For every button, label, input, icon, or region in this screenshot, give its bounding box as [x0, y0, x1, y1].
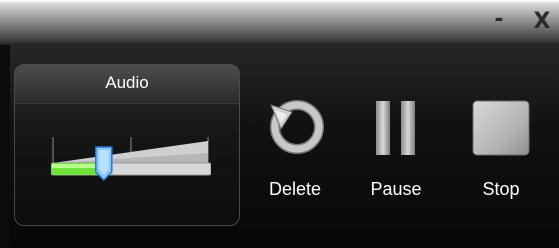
- pause-button[interactable]: Pause: [356, 95, 436, 220]
- close-button[interactable]: X: [528, 8, 556, 38]
- minimize-button[interactable]: -: [488, 8, 510, 38]
- delete-label: Delete: [268, 179, 322, 199]
- left-edge: [0, 45, 10, 248]
- audio-title: Audio: [105, 73, 149, 92]
- audio-header: Audio: [15, 65, 239, 104]
- pause-icon: [376, 101, 415, 155]
- media-control-window: - X Audio Delete Pause Stop: [0, 0, 559, 248]
- delete-button[interactable]: Delete: [255, 95, 335, 220]
- audio-volume-slider[interactable]: [51, 135, 211, 185]
- slider-knob[interactable]: [95, 146, 113, 182]
- delete-icon: [270, 100, 324, 154]
- stop-icon: [472, 100, 530, 156]
- stop-button[interactable]: Stop: [461, 95, 541, 220]
- title-bar: - X: [0, 0, 559, 45]
- stop-label: Stop: [482, 179, 520, 199]
- pause-label: Pause: [370, 179, 422, 199]
- audio-panel: Audio: [14, 64, 240, 226]
